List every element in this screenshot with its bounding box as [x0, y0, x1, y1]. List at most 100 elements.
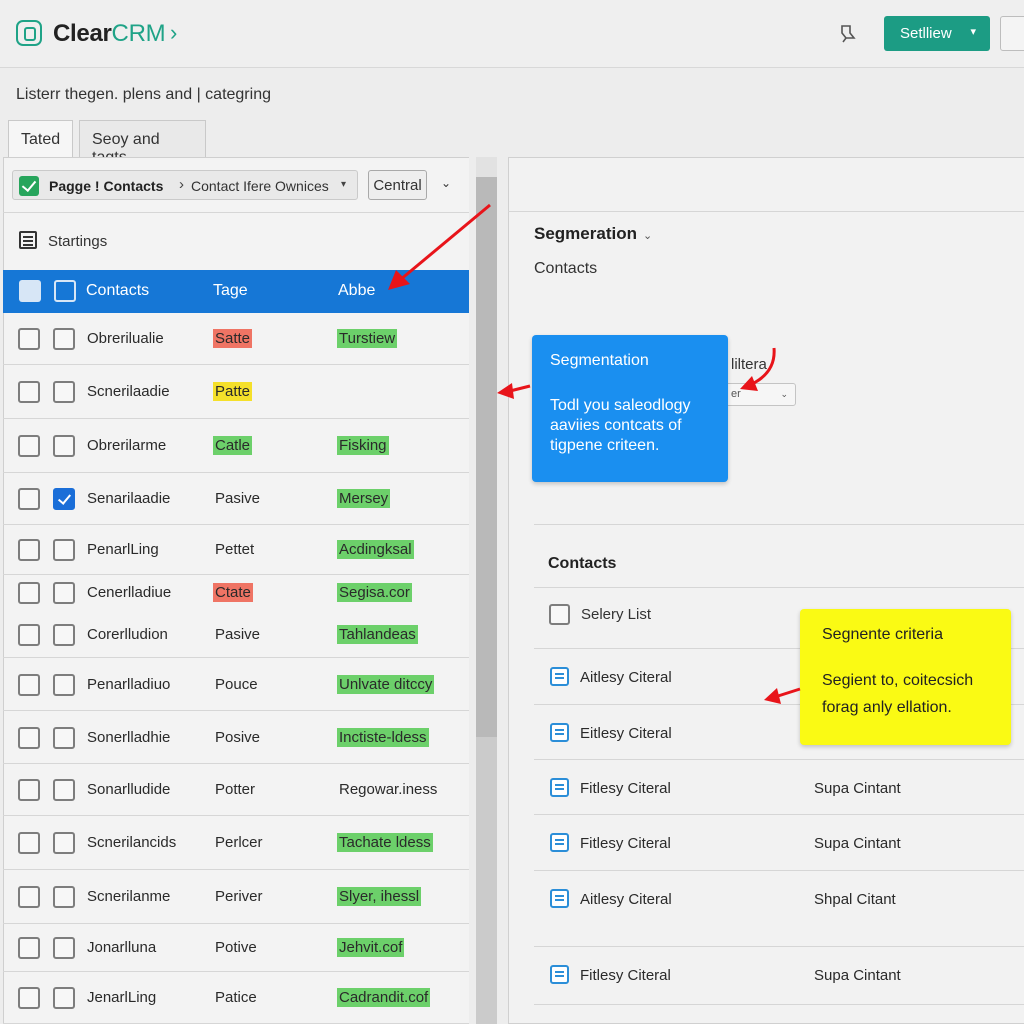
pin-icon[interactable] — [836, 22, 858, 44]
divider — [3, 212, 469, 213]
primary-action-button[interactable]: Setlliew ▾ — [884, 16, 990, 51]
select-list-label[interactable]: Selery List — [581, 606, 651, 623]
row-select-checkbox[interactable] — [18, 488, 40, 510]
table-row[interactable]: Obrerilualie Satte Turstiew — [3, 313, 469, 365]
column-header-abbe[interactable]: Abbe — [338, 282, 375, 300]
settings-label[interactable]: Startings — [48, 233, 107, 250]
row-select-checkbox[interactable] — [18, 674, 40, 696]
row-select-checkbox[interactable] — [18, 624, 40, 646]
row-checkbox[interactable] — [53, 832, 75, 854]
row-checkbox[interactable] — [53, 779, 75, 801]
tab-tated[interactable]: Tated — [8, 120, 74, 160]
contact-name[interactable]: Cenerlladiue — [87, 584, 171, 601]
row-checkbox[interactable] — [53, 381, 75, 403]
select-all-checkbox[interactable] — [19, 280, 41, 302]
tooltip-body: Segient to, coitecsich forag anly ellati… — [822, 672, 974, 716]
chevron-down-icon[interactable]: ⌄ — [441, 176, 451, 190]
row-select-checkbox[interactable] — [18, 435, 40, 457]
contact-name[interactable]: Scnerilaadie — [87, 383, 170, 400]
table-row[interactable]: PenarlLing Pettet Acdingksal — [3, 525, 469, 575]
settings-icon[interactable] — [19, 231, 37, 249]
label-badge: Tahlandeas — [337, 625, 418, 644]
row-checkbox[interactable] — [53, 937, 75, 959]
table-row[interactable]: Penarlladiuo Pouce Unlvate ditccy — [3, 658, 469, 711]
row-checkbox[interactable] — [53, 624, 75, 646]
contact-name[interactable]: Obrerilarme — [87, 437, 166, 454]
row-select-checkbox[interactable] — [18, 886, 40, 908]
header-checkbox[interactable] — [54, 280, 76, 302]
criteria-name[interactable]: Aitlesy Citeral — [580, 891, 672, 908]
row-checkbox[interactable] — [53, 727, 75, 749]
row-select-checkbox[interactable] — [18, 779, 40, 801]
tooltip-title: Segmentation — [550, 352, 649, 369]
table-row[interactable]: Cenerlladiue Ctate Segisa.cor — [3, 575, 469, 611]
row-checkbox[interactable] — [53, 582, 75, 604]
table-row[interactable]: Jonarlluna Potive Jehvit.cof — [3, 924, 469, 972]
contact-name[interactable]: Senarilaadie — [87, 490, 170, 507]
more-button[interactable] — [1000, 16, 1024, 51]
chevron-right-icon[interactable]: › — [170, 20, 177, 46]
contact-name[interactable]: Scnerilanme — [87, 888, 170, 905]
table-row[interactable]: Scnerilancids Perlcer Tachate ldess — [3, 816, 469, 870]
criteria-name[interactable]: Aitlesy Citeral — [580, 669, 672, 686]
contact-name[interactable]: Corerlludion — [87, 626, 168, 643]
check-icon[interactable] — [19, 176, 39, 196]
criteria-name[interactable]: Fitlesy Citeral — [580, 835, 671, 852]
table-row[interactable]: Obrerilarme Catle Fisking — [3, 419, 469, 473]
table-row[interactable]: Scnerilaadie Patte — [3, 365, 469, 419]
row-checkbox[interactable] — [53, 674, 75, 696]
row-select-checkbox[interactable] — [18, 832, 40, 854]
contact-name[interactable]: JenarlLing — [87, 989, 156, 1006]
row-select-checkbox[interactable] — [18, 987, 40, 1009]
row-checkbox[interactable] — [53, 328, 75, 350]
select-list-checkbox[interactable] — [549, 604, 570, 625]
scrollbar-thumb[interactable] — [476, 177, 497, 737]
label-badge: Segisa.cor — [337, 583, 412, 602]
contact-name[interactable]: Obrerilualie — [87, 330, 164, 347]
filter-select[interactable]: er ⌄ — [722, 383, 796, 406]
filter-dropdown[interactable]: Pagge ! Contacts › Contact Ifere Ownices… — [12, 170, 358, 200]
primary-action-label: Setlliew — [900, 25, 952, 42]
row-select-checkbox[interactable] — [18, 937, 40, 959]
label-badge: Turstiew — [337, 329, 398, 348]
app-header: ClearCRM › Setlliew ▾ — [0, 0, 1024, 68]
label-badge — [337, 382, 341, 384]
row-checkbox[interactable] — [53, 488, 75, 510]
table-row[interactable]: Sonarlludide Potter Regowar.iness — [3, 764, 469, 816]
contact-name[interactable]: Penarlladiuo — [87, 676, 170, 693]
criteria-name[interactable]: Eitlesy Citeral — [580, 725, 672, 742]
row-checkbox[interactable] — [53, 987, 75, 1009]
tag-badge: Potive — [215, 939, 257, 956]
table-row[interactable]: JenarlLing Patice Cadrandit.cof — [3, 972, 469, 1024]
row-select-checkbox[interactable] — [18, 582, 40, 604]
label-badge: Inctiste-ldess — [337, 728, 429, 747]
row-checkbox[interactable] — [53, 886, 75, 908]
segmentation-heading[interactable]: Segmeration ⌄ — [534, 224, 652, 244]
table-row[interactable]: Sonerlladhie Posive Inctiste-ldess — [3, 711, 469, 764]
criteria-name[interactable]: Fitlesy Citeral — [580, 967, 671, 984]
app-title: ClearCRM — [53, 20, 166, 48]
column-header-tage[interactable]: Tage — [213, 282, 248, 300]
row-select-checkbox[interactable] — [18, 727, 40, 749]
scrollbar-up[interactable] — [476, 157, 497, 177]
contact-name[interactable]: Sonarlludide — [87, 781, 170, 798]
tab-seoy-and-tags[interactable]: Seoy and tagts — [79, 120, 206, 166]
contact-name[interactable]: Sonerlladhie — [87, 729, 170, 746]
row-select-checkbox[interactable] — [18, 381, 40, 403]
column-header-contacts[interactable]: Contacts — [86, 282, 149, 300]
contact-name[interactable]: Scnerilancids — [87, 834, 176, 851]
row-select-checkbox[interactable] — [18, 539, 40, 561]
filters-label: liltera — [731, 356, 767, 373]
contact-name[interactable]: PenarlLing — [87, 541, 159, 558]
table-row[interactable]: Scnerilanme Periver Slyer, ihessl — [3, 870, 469, 924]
row-checkbox[interactable] — [53, 435, 75, 457]
scrollbar[interactable] — [476, 157, 497, 1024]
table-row[interactable]: Senarilaadie Pasive Mersey — [3, 473, 469, 525]
table-row[interactable]: Corerlludion Pasive Tahlandeas — [3, 611, 469, 658]
tag-badge: Potter — [215, 781, 256, 798]
criteria-name[interactable]: Fitlesy Citeral — [580, 780, 671, 797]
row-select-checkbox[interactable] — [18, 328, 40, 350]
central-button[interactable]: Central — [368, 170, 427, 200]
contact-name[interactable]: Jonarlluna — [87, 939, 156, 956]
row-checkbox[interactable] — [53, 539, 75, 561]
